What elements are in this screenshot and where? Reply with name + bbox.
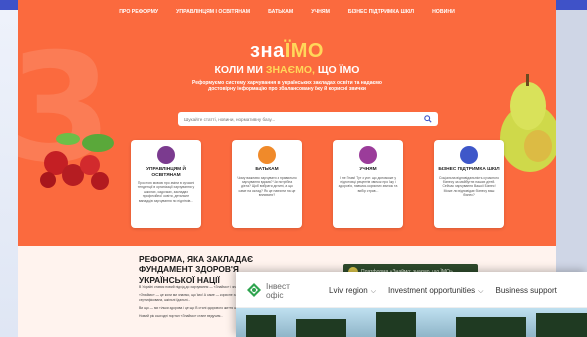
hero-section: 3 ПРО РЕФОРМУ УПРАВЛІНЦЯМ І ОСВІТЯНАМ БА… [18,0,556,246]
card-title: БАТЬКАМ [255,167,279,172]
card-text: І не Гнам! Тут з усе: що допоможе у підг… [338,175,398,193]
nav-item-business[interactable]: БІЗНЕС ПІДТРИМКА ШКІЛ [348,9,414,15]
card-business[interactable]: БІЗНЕС ПІДТРИМКА ШКІЛ Соціальна відповід… [434,140,504,228]
card-managers[interactable]: УПРАВЛІНЦЯМ Й ОСВІТЯНАМ Простою мовою пр… [131,140,201,228]
parents-icon [258,146,276,164]
chevron-down-icon: ⌵ [370,288,376,295]
hero-description: Реформуємо систему харчування в українсь… [192,80,382,92]
tagline-prefix: КОЛИ МИ [214,64,263,76]
audience-cards: УПРАВЛІНЦЯМ Й ОСВІТЯНАМ Простою мовою пр… [131,140,507,228]
menu-lviv-region[interactable]: Lviv region ⌵ [329,286,376,296]
tree-shape [246,315,276,337]
tree-shape [456,317,526,337]
menu-label: Business support [495,286,557,295]
card-text: Чому важливо харчувати з правильно харчу… [237,175,297,198]
main-nav: ПРО РЕФОРМУ УПРАВЛІНЦЯМ І ОСВІТЯНАМ БАТЬ… [18,9,556,15]
invest-logo-icon[interactable] [246,282,262,298]
nav-item-managers[interactable]: УПРАВЛІНЦЯМ І ОСВІТЯНАМ [176,9,250,15]
tree-shape [296,319,346,337]
menu-business-support[interactable]: Business support [495,286,556,296]
tagline-highlight: ЗНАЄМО, [265,64,315,76]
tree-shape [376,312,416,337]
nav-item-students[interactable]: УЧНЯМ [311,9,330,15]
invest-office-window: Інвест офіс Lviv region ⌵ Investment oppo… [236,272,587,337]
business-icon [460,146,478,164]
tagline-suffix: ЩО ЇМО [317,64,360,76]
tree-shape [536,313,587,337]
menu-label: Investment opportunities [388,286,476,295]
menu-investment-opportunities[interactable]: Investment opportunities ⌵ [388,286,483,296]
nav-item-about-reform[interactable]: ПРО РЕФОРМУ [119,9,158,15]
logo-suffix: ЇМО [284,40,324,62]
search-icon[interactable] [424,115,432,123]
invest-brand[interactable]: Інвест офіс [266,282,290,300]
menu-label: Lviv region [329,286,368,295]
site-logo[interactable]: знаЇМО [18,40,556,63]
logo-prefix: зна [250,40,285,62]
managers-icon [157,146,175,164]
invest-menu: Lviv region ⌵ Investment opportunities ⌵ B… [329,286,557,296]
brand-line: офіс [266,290,284,300]
hero-forest-image [236,308,587,337]
nav-item-news[interactable]: НОВИНИ [432,9,455,15]
hero-tagline: КОЛИ МИ ЗНАЄМО, ЩО ЇМО [18,64,556,76]
card-text: Соціальна відповідальність сучасного біз… [439,175,499,198]
heading-line: РЕФОРМА, ЯКА ЗАКЛАДАЄ [139,254,254,264]
card-title: УЧНЯМ [359,167,377,172]
berries-image [40,133,114,190]
card-title: УПРАВЛІНЦЯМ Й ОСВІТЯНАМ [146,167,186,178]
chevron-down-icon: ⌵ [478,288,484,295]
search-bar[interactable] [178,112,438,126]
invest-header: Інвест офіс Lviv region ⌵ Investment oppo… [236,272,587,308]
card-text: Простою мовою про зміни в сучасні тенден… [137,181,195,203]
card-title: БІЗНЕС ПІДТРИМКА ШКІЛ [438,167,500,172]
nav-item-parents[interactable]: БАТЬКАМ [268,9,293,15]
card-parents[interactable]: БАТЬКАМ Чому важливо харчувати з правиль… [232,140,302,228]
search-input[interactable] [184,116,424,122]
card-students[interactable]: УЧНЯМ І не Гнам! Тут з усе: що допоможе … [333,140,403,228]
students-icon [359,146,377,164]
